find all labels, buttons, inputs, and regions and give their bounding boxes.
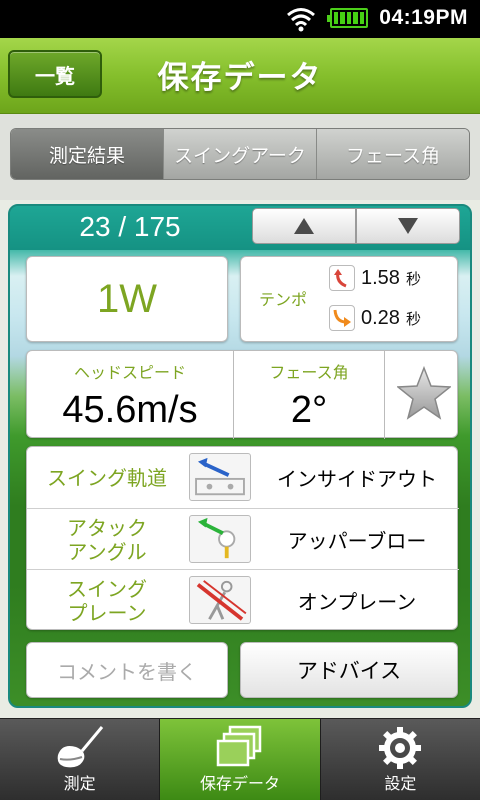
face-angle-cell: フェース角 2° — [234, 351, 384, 439]
downswing-unit: 秒 — [405, 310, 421, 328]
tab-swing-arc[interactable]: スイングアーク — [163, 129, 316, 179]
favorite-star-icon[interactable] — [397, 365, 451, 423]
counter-bar: 23 / 175 — [10, 206, 470, 250]
table-row: スイング軌道 インサイドアウト — [27, 447, 459, 508]
tab-face-angle[interactable]: フェース角 — [316, 129, 469, 179]
segmented-tabs: 測定結果 スイングアーク フェース角 — [10, 128, 470, 180]
swing-plane-value: オンプレーン — [297, 590, 417, 614]
triangle-up-icon — [294, 218, 314, 234]
head-speed-label: ヘッドスピード — [73, 363, 186, 382]
status-time: 04:19PM — [379, 6, 468, 29]
gear-icon — [379, 727, 422, 769]
nav-settings[interactable]: 設定 — [319, 719, 480, 800]
record-counter: 23 / 175 — [79, 211, 181, 242]
swing-path-label: スイング軌道 — [47, 465, 167, 490]
head-speed-cell: ヘッドスピード 45.6m/s — [27, 351, 233, 439]
backswing-value: 1.58 — [361, 266, 400, 289]
bottom-navigation: 測定 保存データ 設定 — [0, 718, 480, 800]
previous-record-button[interactable] — [252, 208, 356, 244]
swing-path-value: インサイドアウト — [277, 467, 437, 491]
downswing-arrow-icon — [329, 305, 355, 331]
swing-plane-icon — [189, 576, 251, 624]
tab-measurement-results[interactable]: 測定結果 — [11, 129, 163, 179]
nav-measure-label: 測定 — [63, 774, 96, 793]
table-row: スイング プレーン オンプレーン — [27, 569, 459, 630]
nav-saved-data[interactable]: 保存データ — [159, 719, 320, 800]
nav-settings-label: 設定 — [384, 774, 417, 793]
nav-saved-data-label: 保存データ — [199, 774, 280, 793]
swing-path-icon — [189, 453, 251, 501]
page-title: 保存データ — [157, 60, 323, 96]
tempo-backswing: 1.58 秒 — [329, 265, 421, 291]
triangle-down-icon — [398, 218, 418, 234]
advice-button[interactable]: アドバイス — [240, 642, 458, 698]
face-angle-value: 2° — [290, 389, 328, 431]
attack-angle-icon — [189, 515, 251, 563]
head-speed-value: 45.6m/s — [62, 389, 198, 431]
next-record-button[interactable] — [356, 208, 460, 244]
metrics-divider — [384, 351, 385, 439]
comment-input[interactable]: コメントを書く — [26, 642, 228, 698]
face-angle-label: フェース角 — [269, 363, 349, 382]
result-panel: 23 / 175 1W テンポ 1.58 秒 0.28 秒 ヘッドスピード 45… — [8, 204, 472, 708]
backswing-arrow-icon — [329, 265, 355, 291]
downswing-value: 0.28 — [361, 306, 400, 329]
tab-area: 測定結果 スイングアーク フェース角 — [0, 114, 480, 200]
swing-plane-label: スイング プレーン — [67, 576, 147, 625]
club-card: 1W — [26, 256, 228, 342]
backswing-unit: 秒 — [405, 270, 421, 288]
status-bar: 04:19PM — [0, 0, 480, 38]
tempo-downswing: 0.28 秒 — [329, 305, 421, 331]
golf-club-icon — [57, 726, 103, 768]
tempo-label: テンポ — [259, 290, 308, 309]
nav-measure[interactable]: 測定 — [0, 719, 160, 800]
attack-angle-value: アッパーブロー — [287, 529, 427, 553]
swing-analysis-table: スイング軌道 インサイドアウト アタック アングル アッパーブロー スイング プ… — [26, 446, 459, 630]
tempo-card: テンポ 1.58 秒 0.28 秒 — [240, 256, 458, 342]
battery-icon — [327, 8, 368, 28]
app-header: 一覧 保存データ — [0, 38, 480, 114]
metrics-card: ヘッドスピード 45.6m/s フェース角 2° — [26, 350, 458, 439]
stacked-pages-icon — [216, 725, 262, 767]
attack-angle-label: アタック アングル — [67, 515, 147, 564]
wifi-icon — [287, 8, 315, 32]
table-row: アタック アングル アッパーブロー — [27, 508, 459, 569]
